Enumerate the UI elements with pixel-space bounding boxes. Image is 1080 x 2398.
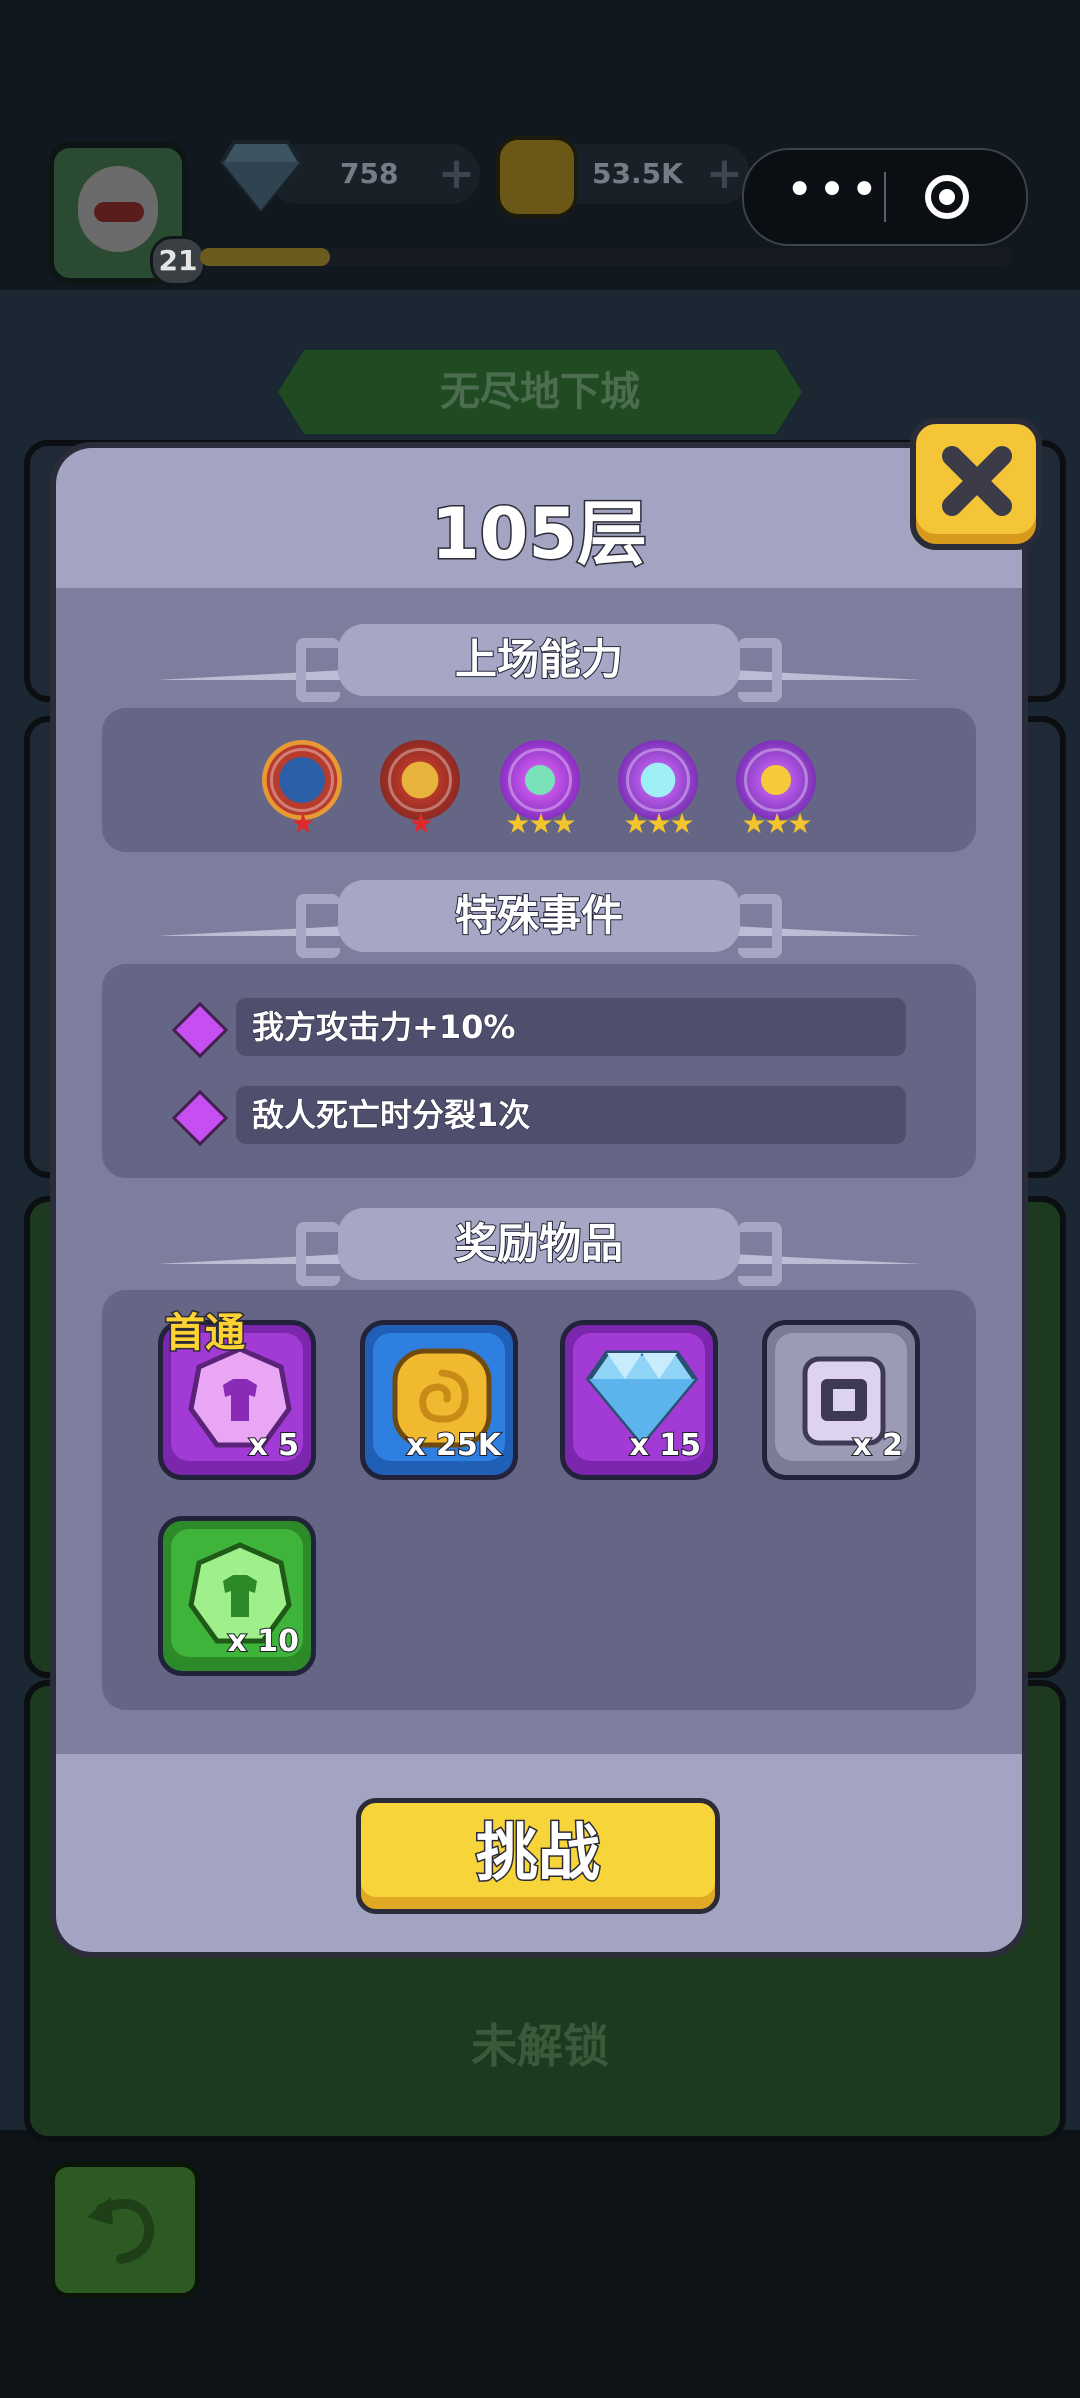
event-item: 我方攻击力+10% bbox=[236, 998, 906, 1056]
close-button[interactable] bbox=[910, 418, 1042, 550]
reward-quantity: x 10 bbox=[226, 1623, 300, 1660]
section-header-rewards: 奖励物品 bbox=[56, 1208, 1022, 1286]
reward-quantity: x 15 bbox=[628, 1427, 702, 1464]
section-header-events: 特殊事件 bbox=[56, 880, 1022, 958]
xp-progress-fill bbox=[200, 248, 330, 266]
ability-stars: ★★★ bbox=[741, 807, 812, 840]
events-panel bbox=[102, 964, 976, 1178]
capsule-divider bbox=[884, 172, 886, 222]
ability-stars: ★ bbox=[408, 807, 433, 840]
target-circle-icon[interactable] bbox=[924, 174, 970, 220]
add-gems-button[interactable]: + bbox=[438, 144, 475, 204]
event-item: 敌人死亡时分裂1次 bbox=[236, 1086, 906, 1144]
level-detail-modal: 105层 上场能力 特殊事件 奖励物品 bbox=[56, 448, 1022, 1952]
close-icon bbox=[942, 446, 1012, 516]
more-dots-icon[interactable]: ••• bbox=[784, 150, 884, 244]
mini-program-capsule: ••• bbox=[742, 148, 1028, 246]
reward-quantity: x 25K bbox=[405, 1427, 502, 1464]
diamond-icon bbox=[220, 140, 302, 212]
section-title: 奖励物品 bbox=[454, 1218, 624, 1269]
add-coins-button[interactable]: + bbox=[706, 144, 743, 204]
section-header-abilities: 上场能力 bbox=[56, 624, 1022, 702]
section-title: 上场能力 bbox=[454, 634, 624, 685]
reward-item[interactable]: x 25K bbox=[360, 1320, 518, 1480]
locked-label: 未解锁 bbox=[471, 2019, 609, 2073]
ability-stars: ★★★ bbox=[505, 807, 576, 840]
xp-progress-bar bbox=[200, 248, 1012, 266]
coin-icon bbox=[496, 136, 578, 218]
challenge-button[interactable]: 挑战 bbox=[356, 1798, 720, 1914]
reward-item[interactable]: x 10 bbox=[158, 1516, 316, 1676]
section-title: 特殊事件 bbox=[454, 890, 624, 941]
back-button[interactable] bbox=[50, 2162, 200, 2298]
player-level-badge: 21 bbox=[150, 236, 206, 286]
reward-quantity: x 5 bbox=[247, 1427, 300, 1464]
reward-item[interactable]: x 2 bbox=[762, 1320, 920, 1480]
first-clear-label: 首通 bbox=[164, 1309, 247, 1358]
return-arrow-icon bbox=[87, 2197, 155, 2264]
reward-item[interactable]: x 15 bbox=[560, 1320, 718, 1480]
avatar-face bbox=[78, 166, 158, 252]
ability-stars: ★ bbox=[290, 807, 315, 840]
dungeon-banner: 无尽地下城 bbox=[278, 350, 802, 434]
reward-quantity: x 2 bbox=[851, 1427, 904, 1464]
modal-title: 105层 bbox=[429, 492, 648, 577]
coin-count: 53.5K bbox=[592, 157, 683, 190]
gem-count: 758 bbox=[340, 157, 399, 190]
ability-stars: ★★★ bbox=[623, 807, 694, 840]
